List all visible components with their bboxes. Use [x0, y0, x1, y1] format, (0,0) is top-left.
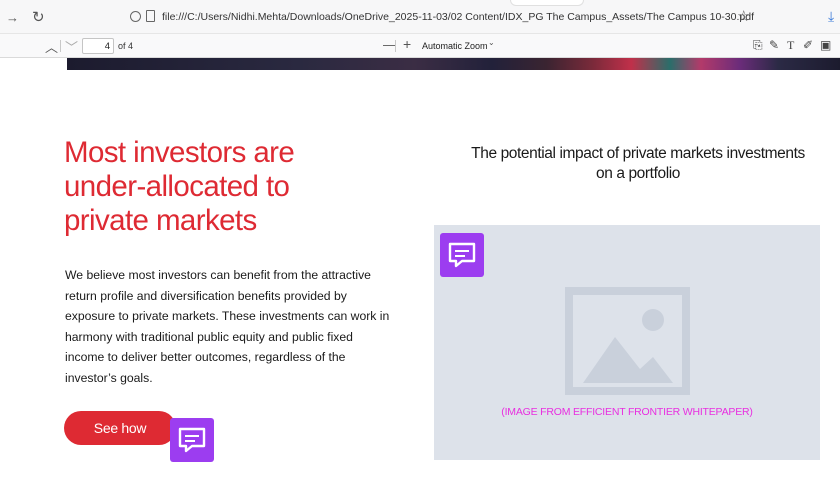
ink-icon[interactable]: ✐	[803, 38, 813, 52]
bookmark-star-icon[interactable]: ☆	[737, 7, 750, 25]
toolbar-divider	[60, 40, 61, 52]
forward-icon[interactable]: →	[6, 10, 19, 25]
download-icon[interactable]: ⤓	[828, 8, 834, 25]
zoom-in-button[interactable]: +	[403, 36, 411, 52]
next-page-icon[interactable]: ﹀	[65, 37, 78, 56]
previous-page-icon[interactable]: ︿	[45, 37, 58, 56]
zoom-select-value: Automatic Zoom	[422, 41, 488, 51]
page-headline: Most investors are under-allocated to pr…	[64, 136, 295, 237]
body-paragraph: We believe most investors can benefit fr…	[65, 268, 390, 385]
see-how-button[interactable]: See how	[64, 411, 176, 445]
text-highlight-icon[interactable]: ⎘	[753, 38, 763, 52]
draw-icon[interactable]: ✎	[769, 38, 779, 52]
page-number-input[interactable]	[82, 38, 114, 54]
page-total-label: of 4	[118, 41, 134, 51]
chevron-down-icon[interactable]: ⌄	[488, 38, 495, 47]
image-placeholder-icon	[565, 287, 690, 395]
comment-icon[interactable]	[440, 233, 484, 277]
pdf-toolbar: ︿ ﹀ of 4 — + Automatic Zoom ⌄ ⎘ ✎ T ✐ ▣	[0, 34, 840, 58]
comment-icon[interactable]	[170, 418, 214, 462]
pdf-page: Most investors are under-allocated to pr…	[0, 58, 840, 504]
reload-icon[interactable]: ↻	[32, 8, 45, 26]
image-caption: (IMAGE FROM EFFICIENT FRONTIER WHITEPAPE…	[501, 406, 753, 418]
tab-edge	[510, 0, 584, 6]
shield-icon[interactable]	[130, 11, 141, 22]
page-icon[interactable]	[146, 10, 155, 22]
header-banner-image	[67, 58, 840, 70]
browser-address-bar: → ↻ file:///C:/Users/Nidhi.Mehta/Downloa…	[0, 0, 840, 34]
url-field[interactable]: file:///C:/Users/Nidhi.Mehta/Downloads/O…	[162, 11, 754, 23]
chart-title: The potential impact of private markets …	[471, 145, 805, 182]
text-icon[interactable]: T	[787, 38, 794, 52]
image-placeholder: (IMAGE FROM EFFICIENT FRONTIER WHITEPAPE…	[434, 225, 820, 460]
toolbar-divider	[395, 40, 396, 52]
image-icon[interactable]: ▣	[820, 38, 831, 52]
